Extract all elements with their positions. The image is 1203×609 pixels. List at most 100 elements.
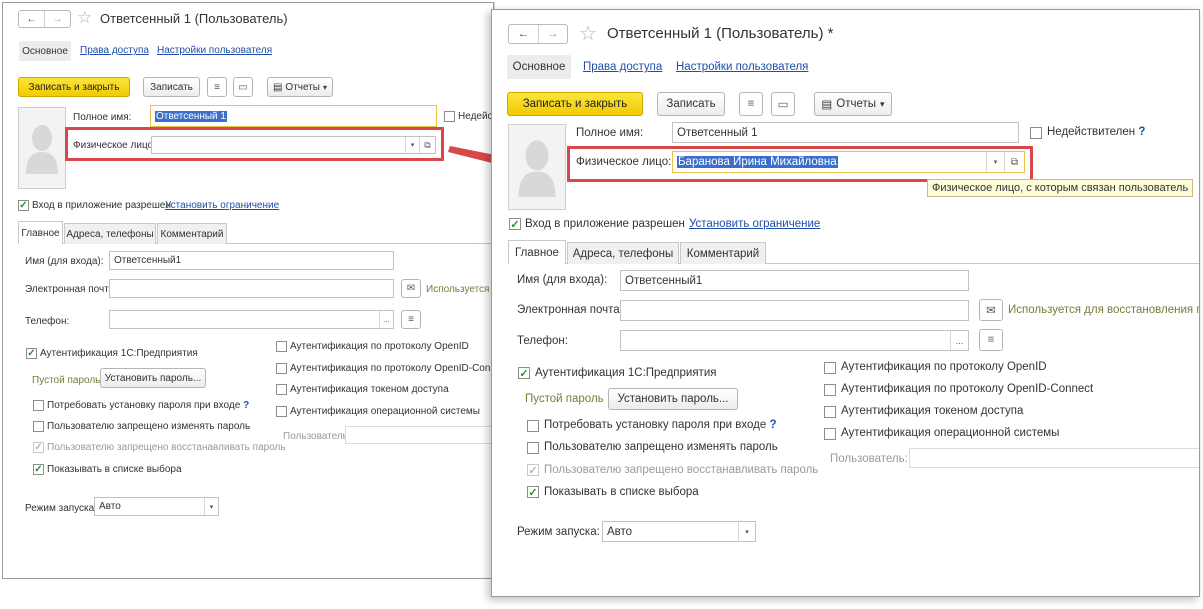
- help-icon[interactable]: ?: [1138, 126, 1145, 138]
- auth-openid-connect-checkbox[interactable]: [276, 363, 287, 374]
- empty-password-label: Пустой пароль: [32, 375, 101, 386]
- tab-user-settings[interactable]: Настройки пользователя: [676, 61, 808, 73]
- subtab-comment[interactable]: Комментарий: [680, 242, 766, 264]
- subtab-comment[interactable]: Комментарий: [157, 223, 227, 244]
- chevron-down-icon[interactable]: ▾: [204, 498, 218, 515]
- set-limit-link[interactable]: Установить ограничение: [165, 200, 279, 211]
- forward-icon[interactable]: →: [44, 11, 70, 27]
- chevron-down-icon[interactable]: ▾: [405, 137, 419, 153]
- chevron-down-icon: ▾: [323, 82, 328, 92]
- favorite-star-icon[interactable]: ☆: [579, 21, 597, 46]
- require-password-checkbox[interactable]: [527, 420, 539, 432]
- subtab-main[interactable]: Главное: [508, 240, 566, 264]
- user-photo[interactable]: [18, 107, 66, 189]
- auth-os-checkbox[interactable]: [824, 428, 836, 440]
- os-user-label: Пользователь:: [830, 453, 908, 465]
- login-allowed-checkbox[interactable]: ✓: [509, 218, 521, 231]
- phone-label: Телефон:: [517, 335, 568, 347]
- tab-access-rights[interactable]: Права доступа: [80, 45, 149, 56]
- full-name-input[interactable]: Ответсенный 1: [150, 105, 437, 127]
- help-icon[interactable]: ?: [243, 400, 249, 411]
- nav-buttons: ← →: [508, 24, 568, 44]
- forbid-change-checkbox[interactable]: [33, 421, 44, 432]
- require-password-checkbox[interactable]: [33, 400, 44, 411]
- window-title: Ответсенный 1 (Пользователь): [100, 11, 288, 26]
- chevron-down-icon[interactable]: ▾: [986, 152, 1004, 172]
- auth-1c-label: Аутентификация 1С:Предприятия: [535, 367, 717, 379]
- email-note: Используется для восстановления п: [1008, 304, 1200, 316]
- login-allowed-label: Вход в приложение разрешен: [32, 200, 171, 211]
- subtab-addresses[interactable]: Адреса, телефоны: [567, 242, 679, 264]
- auth-token-label: Аутентификация токеном доступа: [290, 384, 449, 395]
- back-icon[interactable]: ←: [509, 25, 538, 43]
- invalid-text: Недействителен: [1047, 126, 1136, 138]
- phone-format-icon[interactable]: ≡: [401, 310, 421, 329]
- tab-main[interactable]: Основное: [507, 55, 571, 79]
- show-in-list-checkbox[interactable]: ✓: [33, 464, 44, 475]
- email-input[interactable]: [109, 279, 394, 298]
- back-icon[interactable]: ←: [19, 11, 44, 27]
- open-icon[interactable]: ⧉: [419, 137, 435, 153]
- list-icon[interactable]: ≡: [739, 92, 763, 116]
- invalid-checkbox[interactable]: [444, 111, 455, 122]
- auth-openid-connect-checkbox[interactable]: [824, 384, 836, 396]
- tab-main[interactable]: Основное: [19, 41, 71, 61]
- help-icon[interactable]: ?: [769, 419, 776, 431]
- launch-mode-select[interactable]: Авто ▾: [94, 497, 219, 516]
- comment-icon[interactable]: ▭: [233, 77, 253, 97]
- forbid-change-checkbox[interactable]: [527, 442, 539, 454]
- save-and-close-button[interactable]: Записать и закрыть: [507, 92, 643, 116]
- set-limit-link[interactable]: Установить ограничение: [689, 218, 820, 230]
- auth-os-checkbox[interactable]: [276, 406, 287, 417]
- email-input[interactable]: [620, 300, 969, 321]
- phone-input[interactable]: ...: [109, 310, 394, 329]
- invalid-checkbox[interactable]: [1030, 127, 1042, 139]
- login-allowed-checkbox[interactable]: ✓: [18, 200, 29, 211]
- user-photo[interactable]: [508, 124, 566, 210]
- ellipsis-button[interactable]: ...: [950, 331, 968, 350]
- save-button[interactable]: Записать: [657, 92, 725, 116]
- envelope-icon[interactable]: ✉: [979, 299, 1003, 321]
- tab-access-rights[interactable]: Права доступа: [583, 61, 662, 73]
- subtabs: Главное Адреса, телефоны Комментарий: [18, 221, 493, 244]
- save-and-close-button[interactable]: Записать и закрыть: [18, 77, 130, 97]
- chevron-down-icon[interactable]: ▾: [738, 522, 755, 541]
- person-input[interactable]: Баранова Ирина Михайловна ▾ ⧉: [672, 151, 1025, 173]
- require-password-text: Потребовать установку пароля при входе: [47, 400, 241, 411]
- auth-token-checkbox[interactable]: [824, 406, 836, 418]
- auth-1c-checkbox[interactable]: ✓: [26, 348, 37, 359]
- subtab-addresses[interactable]: Адреса, телефоны: [64, 223, 156, 244]
- os-user-input: [345, 426, 493, 444]
- favorite-star-icon[interactable]: ☆: [77, 8, 92, 28]
- reports-button[interactable]: ▤ Отчеты ▾: [814, 92, 892, 116]
- forward-icon[interactable]: →: [537, 25, 568, 43]
- launch-mode-label: Режим запуска:: [25, 503, 97, 514]
- envelope-icon[interactable]: ✉: [401, 279, 421, 298]
- auth-openid-checkbox[interactable]: [276, 341, 287, 352]
- phone-format-icon[interactable]: ≡: [979, 329, 1003, 351]
- login-name-input[interactable]: Ответсенный1: [620, 270, 969, 291]
- ellipsis-button[interactable]: ...: [379, 311, 393, 328]
- person-input[interactable]: ▾ ⧉: [151, 136, 436, 154]
- tab-user-settings[interactable]: Настройки пользователя: [157, 45, 272, 56]
- phone-input[interactable]: ...: [620, 330, 969, 351]
- list-icon[interactable]: ≡: [207, 77, 227, 97]
- save-button[interactable]: Записать: [143, 77, 200, 97]
- require-password-label: Потребовать установку пароля при входе ?: [544, 419, 777, 431]
- subtab-main[interactable]: Главное: [18, 221, 63, 244]
- show-in-list-checkbox[interactable]: ✓: [527, 486, 539, 499]
- login-name-input[interactable]: Ответсенный1: [109, 251, 394, 270]
- open-icon[interactable]: ⧉: [1004, 152, 1024, 172]
- launch-mode-select[interactable]: Авто ▾: [602, 521, 756, 542]
- require-password-label: Потребовать установку пароля при входе ?: [47, 400, 249, 411]
- reports-button[interactable]: ▤ Отчеты ▾: [267, 77, 333, 97]
- set-password-button[interactable]: Установить пароль...: [608, 388, 738, 410]
- set-password-button[interactable]: Установить пароль...: [100, 368, 206, 388]
- launch-mode-value: Авто: [607, 525, 633, 538]
- auth-1c-checkbox[interactable]: ✓: [518, 367, 530, 380]
- launch-mode-label: Режим запуска:: [517, 526, 600, 538]
- comment-icon[interactable]: ▭: [771, 92, 795, 116]
- auth-openid-checkbox[interactable]: [824, 362, 836, 374]
- full-name-input[interactable]: Ответсенный 1: [672, 122, 1019, 143]
- auth-token-checkbox[interactable]: [276, 384, 287, 395]
